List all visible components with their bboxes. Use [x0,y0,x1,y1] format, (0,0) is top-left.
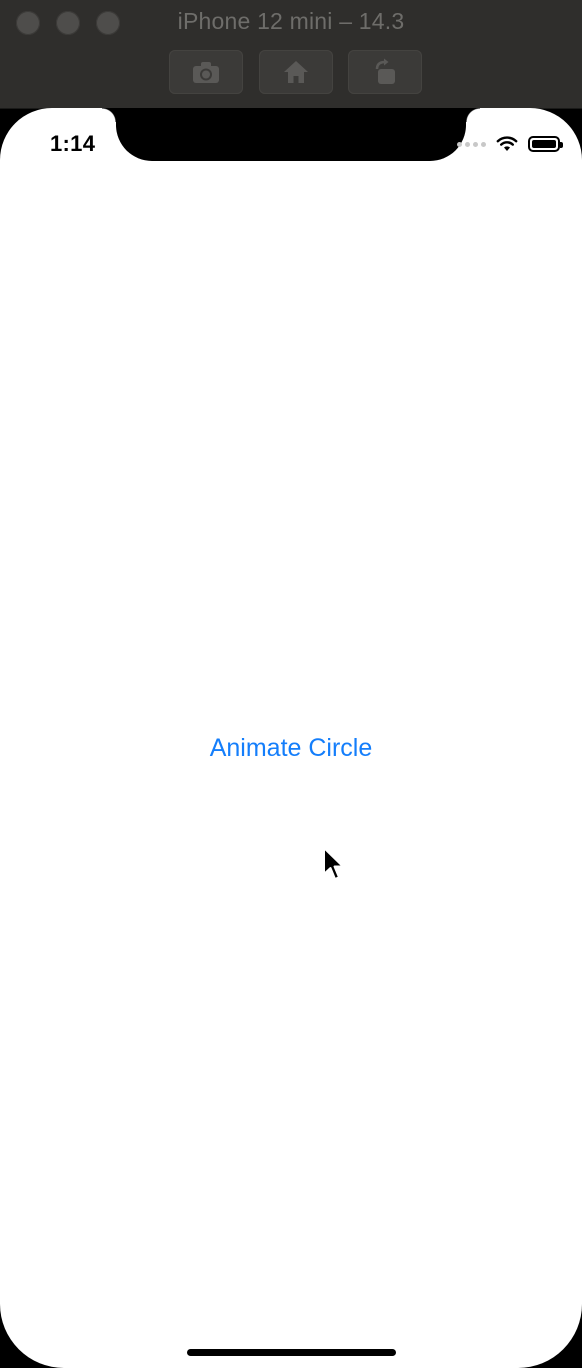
cellular-signal-icon [457,141,486,147]
rotate-icon [375,58,395,84]
device-screen: 1:14 Animate Circle [0,108,582,1368]
mouse-pointer-icon [323,847,344,880]
device-notch [102,108,480,161]
animate-circle-button[interactable]: Animate Circle [0,734,582,763]
home-button[interactable] [259,50,333,94]
battery-level [532,140,556,148]
home-indicator[interactable] [187,1349,396,1356]
camera-icon [193,62,219,83]
status-indicators [457,134,563,154]
wifi-icon [496,136,518,151]
simulator-titlebar: iPhone 12 mini – 14.3 [0,0,582,109]
screenshot-button[interactable] [169,50,243,94]
simulator-window: iPhone 12 mini – 14.3 1:14 Animate Circl… [0,0,582,1368]
battery-icon [528,136,563,152]
status-time: 1:14 [50,131,96,156]
home-icon [284,61,308,83]
window-title: iPhone 12 mini – 14.3 [177,8,405,34]
rotate-button[interactable] [348,50,422,94]
